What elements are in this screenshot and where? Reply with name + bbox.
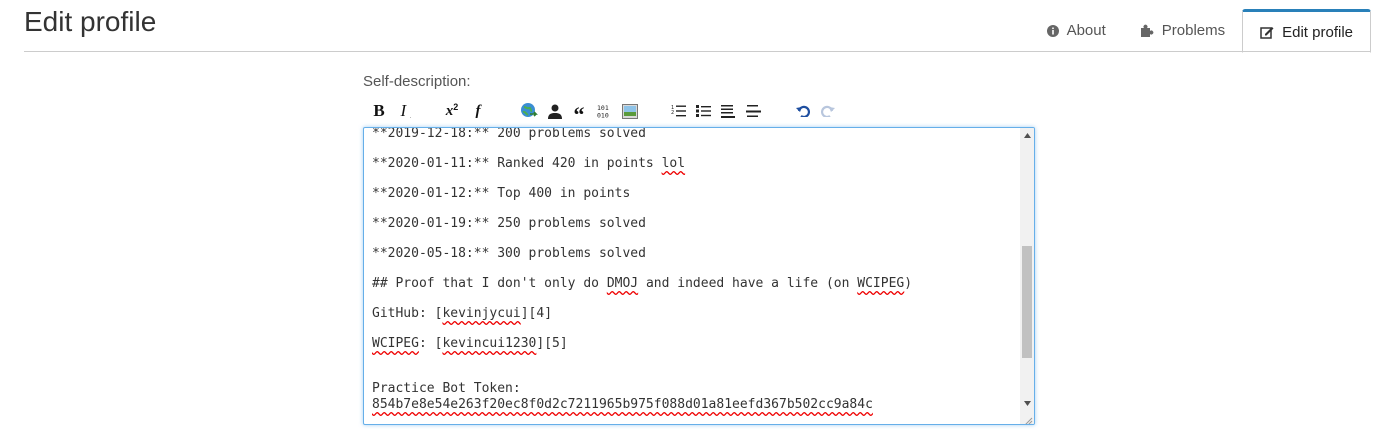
tab-edit-profile-label: Edit profile bbox=[1282, 23, 1353, 41]
horizontal-rule-icon[interactable] bbox=[745, 100, 761, 122]
puzzle-icon bbox=[1140, 24, 1154, 37]
profile-tabs: About Problems Edit profile bbox=[1030, 9, 1371, 53]
code-icon[interactable]: 101 010 bbox=[595, 100, 613, 122]
tab-edit-profile[interactable]: Edit profile bbox=[1242, 9, 1371, 53]
scroll-up-icon[interactable] bbox=[1020, 128, 1034, 142]
editor-line: ## Proof that I don't only do DMOJ and i… bbox=[372, 276, 913, 291]
editor-line: WCIPEG: [kevincui1230][5] bbox=[372, 336, 568, 351]
tab-about-label: About bbox=[1066, 22, 1106, 39]
link-icon[interactable] bbox=[520, 100, 538, 122]
editor-line: **2020-01-11:** Ranked 420 in points lol bbox=[372, 156, 686, 171]
italic-icon[interactable]: I. bbox=[396, 100, 416, 122]
page-title: Edit profile bbox=[24, 6, 157, 37]
editor-line: **2020-01-12:** Top 400 in points bbox=[372, 186, 631, 201]
info-circle-icon bbox=[1046, 24, 1059, 37]
header-divider bbox=[24, 51, 1371, 52]
heading-icon[interactable] bbox=[720, 100, 736, 122]
function-icon[interactable]: f bbox=[471, 100, 485, 122]
tab-about[interactable]: About bbox=[1030, 9, 1123, 52]
unordered-list-icon[interactable] bbox=[695, 100, 711, 122]
superscript-icon[interactable]: x2 bbox=[442, 100, 462, 122]
editor-toolbar: B I. x2 f “ 101 010 12 bbox=[363, 100, 1035, 126]
editor-line: **2019-12-18:** 200 problems solved bbox=[372, 127, 646, 141]
image-icon[interactable] bbox=[621, 100, 639, 122]
editor-content[interactable]: **2019-12-18:** 200 problems solved **20… bbox=[372, 127, 1012, 412]
bold-icon[interactable]: B bbox=[371, 100, 387, 122]
svg-text:2: 2 bbox=[671, 110, 674, 116]
editor-line: Practice Bot Token: bbox=[372, 381, 521, 396]
redo-icon[interactable] bbox=[820, 100, 836, 122]
ordered-list-icon[interactable]: 12 bbox=[670, 100, 686, 122]
self-description-label: Self-description: bbox=[363, 73, 471, 90]
scrollbar-thumb[interactable] bbox=[1022, 246, 1032, 358]
scroll-down-icon[interactable] bbox=[1020, 396, 1034, 410]
editor-scrollbar[interactable] bbox=[1020, 128, 1034, 424]
undo-icon[interactable] bbox=[795, 100, 811, 122]
resize-grip-icon[interactable] bbox=[1023, 413, 1033, 424]
tab-problems[interactable]: Problems bbox=[1123, 9, 1242, 52]
quote-icon[interactable]: “ bbox=[571, 100, 587, 126]
self-description-editor[interactable]: **2019-12-18:** 200 problems solved **20… bbox=[363, 127, 1035, 425]
user-icon[interactable] bbox=[547, 100, 563, 122]
svg-text:010: 010 bbox=[597, 112, 609, 120]
editor-line: GitHub: [kevinjycui][4] bbox=[372, 306, 553, 321]
editor-line: **2020-01-19:** 250 problems solved bbox=[372, 216, 646, 231]
edit-icon bbox=[1260, 26, 1274, 39]
editor-line: **2020-05-18:** 300 problems solved bbox=[372, 246, 646, 261]
tab-problems-label: Problems bbox=[1161, 22, 1226, 39]
editor-line: 854b7e8e54e263f20ec8f0d2c7211965b975f088… bbox=[372, 397, 873, 412]
